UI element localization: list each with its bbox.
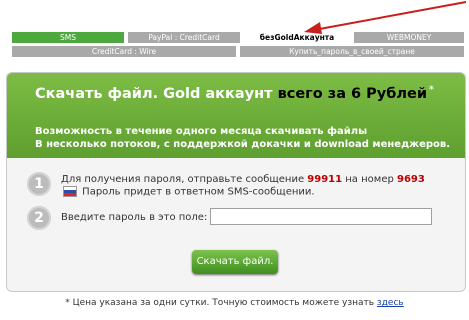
offer-desc-line-1: Возможность в течение одного месяца скач… [35,126,368,137]
payment-panel: Скачать файл. Gold аккаунт всего за 6 Ру… [6,72,466,292]
password-input[interactable] [210,208,432,225]
tab-row-bottom: CreditCard : Wire Купить_пароль_в_своей_… [12,46,464,57]
tab-paypal-creditcard[interactable]: PayPal : CreditCard [128,32,240,43]
annotation-arrow-icon [304,1,467,34]
sms-code: 99911 [307,174,343,185]
step-1-text-a: Для получения пароля, отправьте сообщени… [61,174,308,185]
russia-flag-icon [63,186,77,197]
offer-title: Скачать файл. Gold аккаунт всего за 6 Ру… [35,85,434,102]
offer-asterisk: * [428,85,434,95]
tab-creditcard-wire[interactable]: CreditCard : Wire [12,46,236,57]
tab-buy-password-in-country[interactable]: Купить_пароль_в_своей_стране [240,46,464,57]
download-file-button[interactable]: Скачать файл. [192,250,278,274]
step-1-badge: 1 [27,172,51,196]
step-1-text-b: на номер [342,174,397,185]
sms-number: 9693 [397,174,425,185]
offer-title-main: Скачать файл. Gold аккаунт [35,85,278,102]
offer-banner: Скачать файл. Gold аккаунт всего за 6 Ру… [7,73,465,158]
offer-desc-line-2: В несколько потоков, с поддержкой докачк… [35,139,451,150]
offer-price: всего за 6 Рублей [277,85,427,102]
price-footnote: * Цена указана за одни сутки. Точную сто… [0,298,469,308]
footnote-link[interactable]: здесь [377,298,404,308]
step-1-text-c: Пароль придет в ответном SMS-сообщении. [79,186,315,198]
step-2-badge: 2 [27,206,51,230]
tab-sms[interactable]: SMS [12,32,124,43]
password-label: Введите пароль в это поле: [61,212,208,223]
offer-description: Возможность в течение одного месяца скач… [35,125,450,151]
step-1-instructions: Для получения пароля, отправьте сообщени… [61,174,441,199]
footnote-text: * Цена указана за одни сутки. Точную сто… [65,298,377,308]
